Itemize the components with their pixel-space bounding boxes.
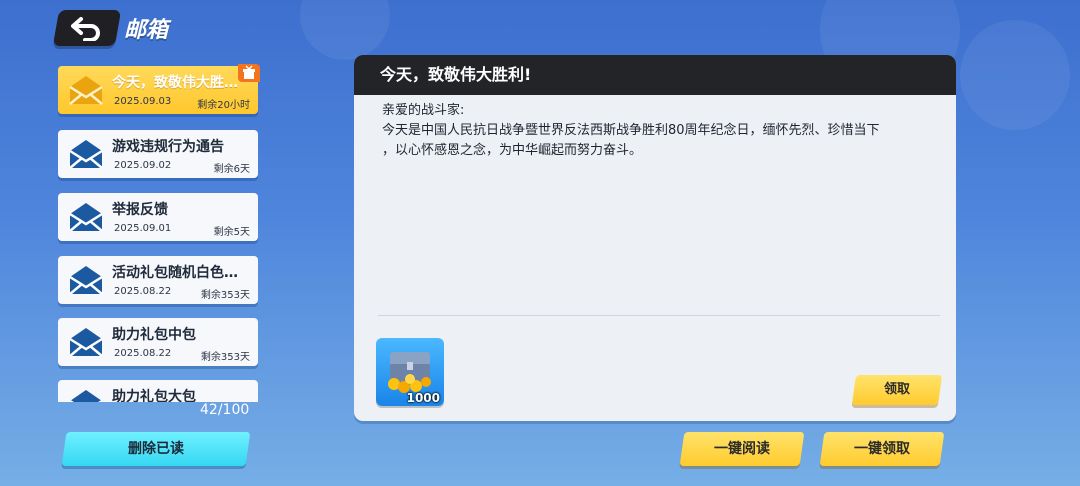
gift-icon <box>238 64 260 82</box>
mail-subject: 今天，致敬伟大胜利！ <box>112 75 242 91</box>
claim-label: 领取 <box>883 382 910 397</box>
mail-item[interactable]: 举报反馈 2025.09.01 剩余5天 <box>58 193 258 241</box>
mail-subject: 游戏违规行为通告 <box>112 139 224 155</box>
envelope-icon <box>69 203 103 232</box>
background-decoration <box>300 0 390 60</box>
mail-remaining-time: 剩余5天 <box>213 227 250 238</box>
mail-item[interactable]: 助力礼包大包 <box>58 380 258 402</box>
mail-date: 2025.09.01 <box>114 223 172 234</box>
envelope-icon <box>69 390 103 402</box>
claim-button[interactable]: 领取 <box>851 375 943 405</box>
mail-item[interactable]: 游戏违规行为通告 2025.09.02 剩余6天 <box>58 130 258 178</box>
mail-remaining-time: 剩余6天 <box>213 164 250 175</box>
delete-read-label: 删除已读 <box>128 441 184 457</box>
attachment-item[interactable]: 1000 <box>376 338 444 406</box>
mail-detail-panel: 今天，致敬伟大胜利! 亲爱的战斗家: 今天是中国人民抗日战争暨世界反法西斯战争胜… <box>354 55 956 421</box>
mail-detail-title: 今天，致敬伟大胜利! <box>354 55 956 95</box>
mail-item[interactable]: 活动礼包随机白色品质 2025.08.22 剩余353天 <box>58 256 258 304</box>
page-title: 邮箱 <box>124 18 169 43</box>
mail-date: 2025.08.22 <box>114 348 172 359</box>
envelope-icon <box>69 140 103 169</box>
mail-detail-body: 亲爱的战斗家: 今天是中国人民抗日战争暨世界反法西斯战争胜利80周年纪念日，缅怀… <box>382 101 942 161</box>
mail-count: 42/100 <box>200 402 250 418</box>
background-decoration <box>960 20 1070 130</box>
read-all-label: 一键阅读 <box>714 441 770 457</box>
mail-remaining-time: 剩余20小时 <box>197 100 250 111</box>
envelope-open-icon <box>69 76 103 105</box>
mail-remaining-time: 剩余353天 <box>200 352 250 363</box>
read-all-button[interactable]: 一键阅读 <box>679 432 805 466</box>
mail-list[interactable]: 今天，致敬伟大胜利！ 2025.09.03 剩余20小时 游戏违规行为通告 20… <box>56 64 260 402</box>
attachment-quantity: 1000 <box>406 391 440 405</box>
claim-all-label: 一键领取 <box>854 441 910 457</box>
claim-all-button[interactable]: 一键领取 <box>819 432 945 466</box>
divider <box>378 315 940 316</box>
envelope-icon <box>69 328 103 357</box>
mail-date: 2025.08.22 <box>114 286 172 297</box>
mail-item[interactable]: 今天，致敬伟大胜利！ 2025.09.03 剩余20小时 <box>58 64 260 114</box>
mail-date: 2025.09.02 <box>114 160 172 171</box>
mail-body-line: ，以心怀感恩之念，为中华崛起而努力奋斗。 <box>382 143 643 158</box>
mail-remaining-time: 剩余353天 <box>200 290 250 301</box>
back-button[interactable] <box>52 10 122 46</box>
mail-greeting: 亲爱的战斗家: <box>382 103 465 118</box>
mail-date: 2025.09.03 <box>114 96 172 107</box>
mail-body-line: 今天是中国人民抗日战争暨世界反法西斯战争胜利80周年纪念日，缅怀先烈、珍惜当下 <box>382 123 880 138</box>
delete-read-button[interactable]: 删除已读 <box>61 432 251 466</box>
mail-subject: 举报反馈 <box>112 202 168 218</box>
back-arrow-icon <box>71 17 100 41</box>
mail-subject: 助力礼包大包 <box>112 389 196 402</box>
mail-subject: 助力礼包中包 <box>112 327 196 343</box>
mail-subject: 活动礼包随机白色品质 <box>112 265 242 281</box>
mail-item[interactable]: 助力礼包中包 2025.08.22 剩余353天 <box>58 318 258 366</box>
envelope-icon <box>69 266 103 295</box>
